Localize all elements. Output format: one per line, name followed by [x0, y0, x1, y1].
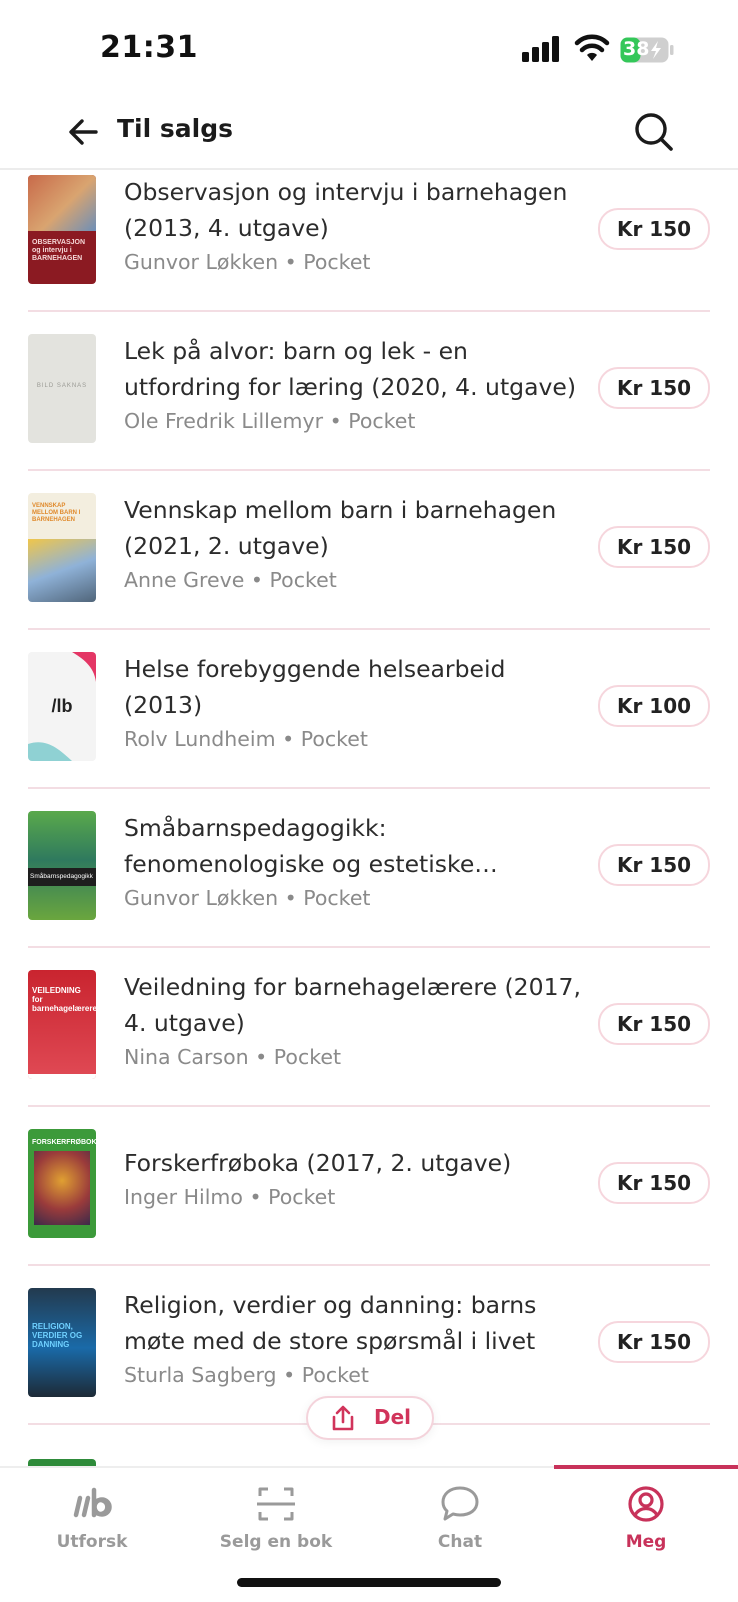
meta-separator: •: [284, 886, 297, 910]
search-icon[interactable]: [632, 110, 676, 154]
book-format: Pocket: [303, 250, 371, 274]
meta-separator: •: [250, 568, 263, 592]
cell-signal-icon: [522, 36, 559, 62]
share-button[interactable]: Del: [306, 1396, 434, 1440]
cover-title: RELIGION, VERDIER OG DANNING: [32, 1322, 83, 1349]
book-row[interactable]: Småbarnspedagogikk Småbarnspedagogikk: f…: [28, 787, 710, 948]
book-meta: Ole Fredrik Lillemyr • Pocket: [124, 406, 589, 436]
meta-separator: •: [255, 1045, 268, 1069]
back-arrow-icon[interactable]: [64, 112, 104, 152]
book-cover: RELIGION, VERDIER OG DANNING: [28, 1288, 96, 1397]
scan-icon: [257, 1487, 295, 1521]
price-badge: Kr 150: [598, 208, 710, 250]
profile-icon: [628, 1486, 664, 1522]
book-title: Vennskap mellom barn i barnehagen (2021,…: [124, 496, 557, 560]
meta-separator: •: [283, 1363, 296, 1387]
book-meta: Rolv Lundheim • Pocket: [124, 724, 589, 754]
top-navigation: Til salgs: [0, 96, 738, 170]
tab-chat[interactable]: Chat: [368, 1468, 552, 1568]
book-author: Nina Carson: [124, 1045, 249, 1069]
price-badge: Kr 150: [598, 844, 710, 886]
book-title: Lek på alvor: barn og lek - en utfordrin…: [124, 337, 577, 401]
book-format: Pocket: [273, 1045, 342, 1069]
book-row[interactable]: /lb Helse forebyggende helsearbeid (2013…: [28, 628, 710, 789]
price-badge: Kr 150: [598, 1321, 710, 1363]
book-format: Pocket: [348, 409, 416, 433]
logo-icon: [73, 1487, 112, 1518]
share-icon: [332, 1405, 354, 1431]
book-title: Forskerfrøboka (2017, 2. utgave): [124, 1149, 512, 1177]
price-badge: Kr 150: [598, 1003, 710, 1045]
status-time: 21:31: [100, 30, 198, 65]
book-title: Religion, verdier og danning: barns møte…: [124, 1291, 537, 1355]
cover-title: VENNSKAP MELLOM BARN I BARNEHAGEN: [32, 503, 81, 523]
book-meta: Gunvor Løkken • Pocket: [124, 247, 589, 277]
book-row[interactable]: OBSERVASJON og intervju i BARNEHAGEN Obs…: [28, 168, 710, 312]
book-row[interactable]: FORSKERFRØBOKA Forskerfrøboka (2017, 2. …: [28, 1105, 710, 1266]
book-row[interactable]: BILD SAKNAS Lek på alvor: barn og lek - …: [28, 310, 710, 471]
tab-label: Meg: [625, 1532, 667, 1552]
price-badge: Kr 150: [598, 1162, 710, 1204]
status-bar: 21:31 38: [0, 0, 738, 96]
meta-separator: •: [249, 1185, 262, 1209]
book-format: Pocket: [303, 886, 371, 910]
chat-bubble-icon: [441, 1486, 479, 1521]
book-meta: Anne Greve • Pocket: [124, 565, 589, 595]
book-author: Gunvor Løkken: [124, 250, 279, 274]
book-meta: Nina Carson • Pocket: [124, 1042, 589, 1072]
price-badge: Kr 150: [598, 526, 710, 568]
book-meta: Inger Hilmo • Pocket: [124, 1182, 589, 1212]
meta-separator: •: [282, 727, 295, 751]
share-label: Del: [374, 1405, 412, 1429]
book-author: Gunvor Løkken: [124, 886, 279, 910]
page-title: Til salgs: [117, 114, 233, 143]
book-format: Pocket: [300, 727, 368, 751]
tab-label: Chat: [437, 1532, 483, 1552]
cover-title: OBSERVASJON og intervju i BARNEHAGEN: [32, 239, 86, 262]
tab-selg-en-bok[interactable]: Selg en bok: [184, 1468, 368, 1568]
book-format: Pocket: [268, 1185, 336, 1209]
meta-separator: •: [284, 250, 297, 274]
tab-label: Selg en bok: [219, 1532, 333, 1552]
tab-label: Utforsk: [56, 1532, 128, 1552]
book-title: Småbarnspedagogikk: fenomenologiske og e…: [124, 814, 475, 878]
book-cover: /lb: [28, 652, 96, 761]
book-author: Sturla Sagberg: [124, 1363, 277, 1387]
book-cover: Småbarnspedagogikk: [28, 811, 96, 920]
tab-meg[interactable]: Meg: [554, 1468, 738, 1568]
battery-level: 38: [623, 38, 650, 60]
cover-title: Småbarnspedagogikk: [30, 873, 93, 880]
price-badge: Kr 100: [598, 685, 710, 727]
tab-utforsk[interactable]: Utforsk: [0, 1468, 184, 1568]
book-title: Helse forebyggende helsearbeid (2013): [124, 655, 506, 719]
book-row[interactable]: VENNSKAP MELLOM BARN I BARNEHAGEN Vennsk…: [28, 469, 710, 630]
book-author: Rolv Lundheim: [124, 727, 276, 751]
book-meta: Gunvor Løkken • Pocket: [124, 883, 589, 913]
book-cover: VEILEDNING for barnehagelærere: [28, 970, 96, 1079]
cover-title: FORSKERFRØBOKA: [32, 1139, 96, 1146]
book-list: OBSERVASJON og intervju i BARNEHAGEN Obs…: [0, 168, 738, 1468]
book-author: Ole Fredrik Lillemyr: [124, 409, 324, 433]
book-title: Veiledning for barnehagelærere (2017, 4.…: [124, 973, 581, 1037]
book-cover: FORSKERFRØBOKA: [28, 1129, 96, 1238]
book-cover: OBSERVASJON og intervju i BARNEHAGEN: [28, 175, 96, 284]
book-author: Anne Greve: [124, 568, 245, 592]
book-meta: Sturla Sagberg • Pocket: [124, 1360, 589, 1390]
wifi-icon: [574, 34, 610, 61]
book-format: Pocket: [269, 568, 337, 592]
book-row[interactable]: VEILEDNING for barnehagelærere Veilednin…: [28, 946, 710, 1107]
book-cover: BILD SAKNAS: [28, 334, 96, 443]
cover-title: VEILEDNING for barnehagelærere: [32, 986, 96, 1013]
book-cover: VENNSKAP MELLOM BARN I BARNEHAGEN: [28, 493, 96, 602]
book-author: Inger Hilmo: [124, 1185, 243, 1209]
cover-placeholder-text: BILD SAKNAS: [36, 383, 88, 389]
cover-logo: /lb: [51, 696, 73, 716]
price-badge: Kr 150: [598, 367, 710, 409]
book-format: Pocket: [301, 1363, 369, 1387]
home-indicator: [237, 1578, 501, 1587]
book-title: Observasjon og intervju i barnehagen (20…: [124, 178, 568, 242]
meta-separator: •: [329, 409, 342, 433]
